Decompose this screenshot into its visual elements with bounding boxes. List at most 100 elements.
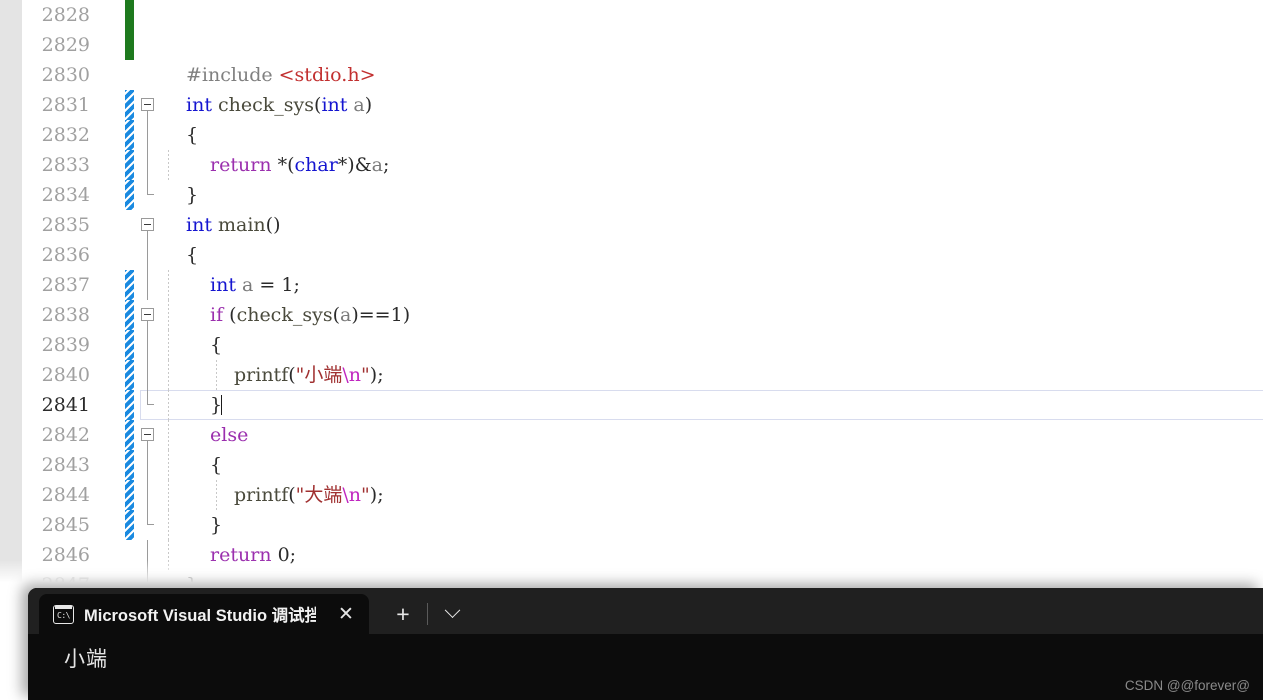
line-number: 2847 xyxy=(41,574,90,590)
code-line[interactable]: 2840 printf("小端\n"); xyxy=(22,360,1263,390)
code-line[interactable]: 2829 xyxy=(22,30,1263,60)
code-text[interactable]: int check_sys(int a) xyxy=(186,90,372,120)
folding-margin[interactable] xyxy=(138,330,164,360)
code-line[interactable]: 2828 xyxy=(22,0,1263,30)
change-bar-unsaved xyxy=(125,330,134,360)
console-window[interactable]: C:\ Microsoft Visual Studio 调试挡 ✕ + 小端 C… xyxy=(28,588,1263,700)
code-text[interactable]: return 0; xyxy=(210,540,296,570)
console-tab-title: Microsoft Visual Studio 调试挡 xyxy=(84,607,316,625)
code-text[interactable]: printf("大端\n"); xyxy=(234,480,384,510)
line-number: 2835 xyxy=(41,214,90,236)
code-token: ; xyxy=(289,544,297,566)
folding-margin[interactable] xyxy=(138,210,164,240)
code-line[interactable]: 2841} xyxy=(22,390,1263,420)
folding-margin[interactable] xyxy=(138,60,164,90)
line-number: 2836 xyxy=(41,244,90,266)
folding-margin[interactable] xyxy=(138,390,164,420)
code-line[interactable]: 2831 int check_sys(int a) xyxy=(22,90,1263,120)
folding-margin[interactable] xyxy=(138,0,164,30)
code-line[interactable]: 2838 if (check_sys(a)==1) xyxy=(22,300,1263,330)
code-token: int xyxy=(321,94,348,116)
code-line[interactable]: 2837 int a = 1; xyxy=(22,270,1263,300)
folding-margin[interactable] xyxy=(138,180,164,210)
new-tab-button[interactable]: + xyxy=(383,595,423,633)
console-tab[interactable]: C:\ Microsoft Visual Studio 调试挡 ✕ xyxy=(39,594,369,634)
change-bar-unsaved xyxy=(125,270,134,300)
code-line[interactable]: 2833 return *(char*)&a; xyxy=(22,150,1263,180)
code-line[interactable]: 2845} xyxy=(22,510,1263,540)
code-line[interactable]: 2839 { xyxy=(22,330,1263,360)
code-text[interactable]: else xyxy=(210,420,248,450)
line-number: 2834 xyxy=(41,184,90,206)
fold-guide-line xyxy=(147,441,148,450)
code-text[interactable]: int main() xyxy=(186,210,280,240)
code-text[interactable]: return *(char*)&a; xyxy=(210,150,389,180)
code-text[interactable]: { xyxy=(210,330,222,360)
folding-margin[interactable] xyxy=(138,30,164,60)
code-line[interactable]: 2843 { xyxy=(22,450,1263,480)
fold-guide-line xyxy=(147,270,148,300)
code-text[interactable]: int a = 1; xyxy=(210,270,300,300)
collapse-minus-icon[interactable] xyxy=(141,98,154,111)
code-token: int xyxy=(210,274,236,296)
code-line[interactable]: 2830 #include <stdio.h> xyxy=(22,60,1263,90)
code-line[interactable]: 2847} xyxy=(22,570,1263,590)
code-token: } xyxy=(210,514,223,536)
code-token: ) xyxy=(402,304,411,326)
code-token: )== xyxy=(351,304,391,326)
code-token: "大端 xyxy=(295,484,343,506)
code-token: ); xyxy=(369,364,384,386)
close-icon[interactable]: ✕ xyxy=(333,601,359,627)
fold-guide-line xyxy=(147,120,148,150)
change-bar-unsaved xyxy=(125,150,134,180)
code-line[interactable]: 2834} xyxy=(22,180,1263,210)
folding-margin[interactable] xyxy=(138,150,164,180)
code-editor[interactable]: 2828 2829 2830 #include <stdio.h> 2831 int ch… xyxy=(0,0,1263,590)
code-line[interactable]: 2846 return 0; xyxy=(22,540,1263,570)
code-lines-container[interactable]: 2828 2829 2830 #include <stdio.h> 2831 int ch… xyxy=(22,0,1263,590)
code-token: a xyxy=(235,274,260,296)
folding-margin[interactable] xyxy=(138,480,164,510)
folding-margin[interactable] xyxy=(138,540,164,570)
folding-margin[interactable] xyxy=(138,360,164,390)
code-text[interactable]: } xyxy=(210,510,222,540)
indent-guide xyxy=(168,360,169,390)
code-text[interactable]: { xyxy=(186,240,198,270)
code-line[interactable]: 2842 else xyxy=(22,420,1263,450)
code-text[interactable]: if (check_sys(a)==1) xyxy=(210,300,410,330)
folding-margin[interactable] xyxy=(138,90,164,120)
folding-margin[interactable] xyxy=(138,450,164,480)
collapse-minus-icon[interactable] xyxy=(141,218,154,231)
code-text[interactable]: } xyxy=(210,390,223,420)
code-text[interactable]: #include <stdio.h> xyxy=(186,60,376,90)
folding-margin[interactable] xyxy=(138,120,164,150)
code-text[interactable]: } xyxy=(186,180,198,210)
code-line[interactable]: 2835 int main() xyxy=(22,210,1263,240)
change-bar-saved xyxy=(125,30,134,60)
code-token: \n xyxy=(342,364,362,386)
chevron-down-icon[interactable] xyxy=(432,595,472,633)
code-token: if xyxy=(210,304,224,326)
console-output-area[interactable]: 小端 CSDN @@forever@ xyxy=(28,634,1263,700)
collapse-minus-icon[interactable] xyxy=(141,428,154,441)
code-text[interactable]: } xyxy=(186,570,198,590)
folding-margin[interactable] xyxy=(138,240,164,270)
code-token: check_sys xyxy=(211,94,315,116)
indent-guide xyxy=(216,480,217,510)
folding-margin[interactable] xyxy=(138,300,164,330)
collapse-minus-icon[interactable] xyxy=(141,308,154,321)
folding-margin[interactable] xyxy=(138,570,164,590)
code-line[interactable]: 2832 { xyxy=(22,120,1263,150)
code-line[interactable]: 2844 printf("大端\n"); xyxy=(22,480,1263,510)
code-token: *)& xyxy=(337,154,372,176)
code-text[interactable]: printf("小端\n"); xyxy=(234,360,384,390)
folding-margin[interactable] xyxy=(138,270,164,300)
folding-margin[interactable] xyxy=(138,510,164,540)
line-number: 2838 xyxy=(41,304,90,326)
code-line[interactable]: 2836 { xyxy=(22,240,1263,270)
line-number: 2840 xyxy=(41,364,90,386)
code-text[interactable]: { xyxy=(210,450,222,480)
code-token: return xyxy=(210,154,272,176)
folding-margin[interactable] xyxy=(138,420,164,450)
code-text[interactable]: { xyxy=(186,120,198,150)
